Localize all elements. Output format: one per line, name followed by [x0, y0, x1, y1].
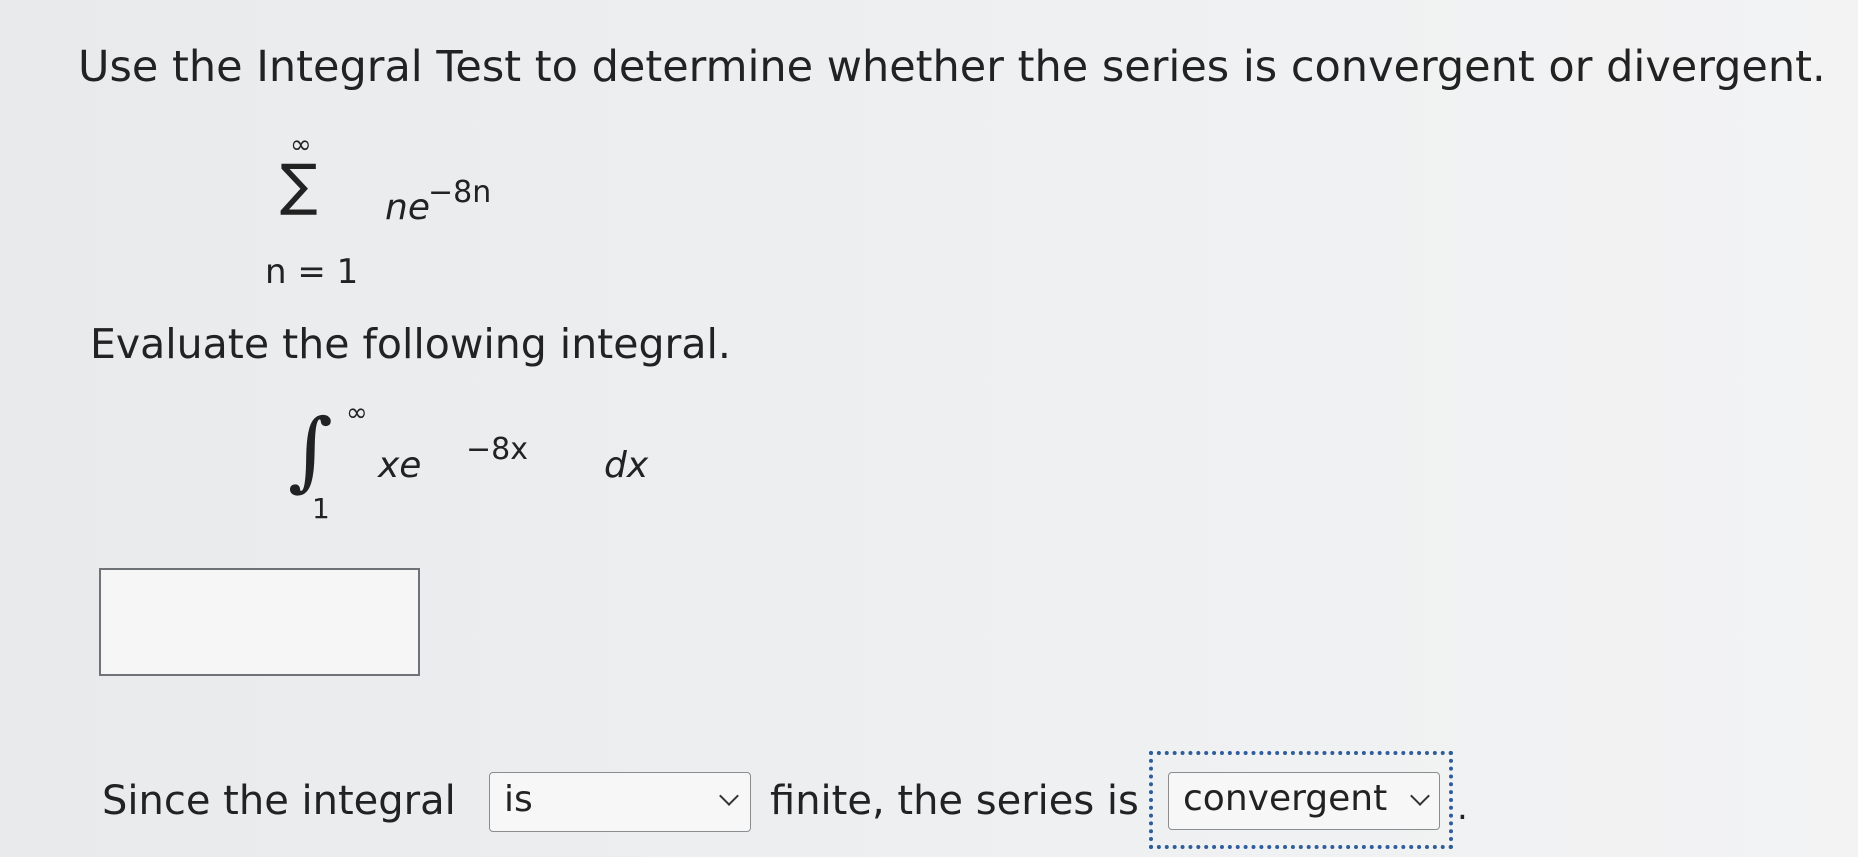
conclusion-prefix: Since the integral	[102, 778, 456, 824]
chevron-down-icon	[1410, 786, 1430, 806]
integral-lower-limit: 1	[312, 492, 330, 525]
convergence-select[interactable]: convergent	[1168, 772, 1440, 830]
sum-symbol: ∑	[280, 153, 318, 218]
sum-term-exponent: −8n	[428, 175, 492, 210]
chevron-down-icon	[719, 786, 739, 806]
series-expression: ∞ ∑ ne −8n n = 1	[265, 130, 585, 300]
integral-upper-limit: ∞	[346, 398, 368, 428]
integrand-exponent: −8x	[466, 432, 528, 467]
convergence-select-value: convergent	[1183, 778, 1388, 819]
finite-select[interactable]: is	[489, 772, 751, 832]
integral-symbol: ∫	[288, 401, 333, 501]
sum-term-base: ne	[385, 187, 430, 228]
integral-answer-input[interactable]	[99, 568, 420, 676]
sum-lower-limit: n = 1	[265, 252, 359, 292]
finite-select-value: is	[504, 779, 533, 820]
integrand-base: xe	[378, 445, 422, 486]
conclusion-suffix: .	[1457, 788, 1468, 828]
question-prompt: Use the Integral Test to determine wheth…	[78, 42, 1826, 92]
integral-differential: dx	[604, 445, 649, 486]
integral-expression: ∫ ∞ 1 xe −8x dx	[288, 398, 648, 548]
conclusion-middle: finite, the series is	[770, 778, 1139, 824]
evaluate-instruction: Evaluate the following integral.	[90, 320, 731, 368]
